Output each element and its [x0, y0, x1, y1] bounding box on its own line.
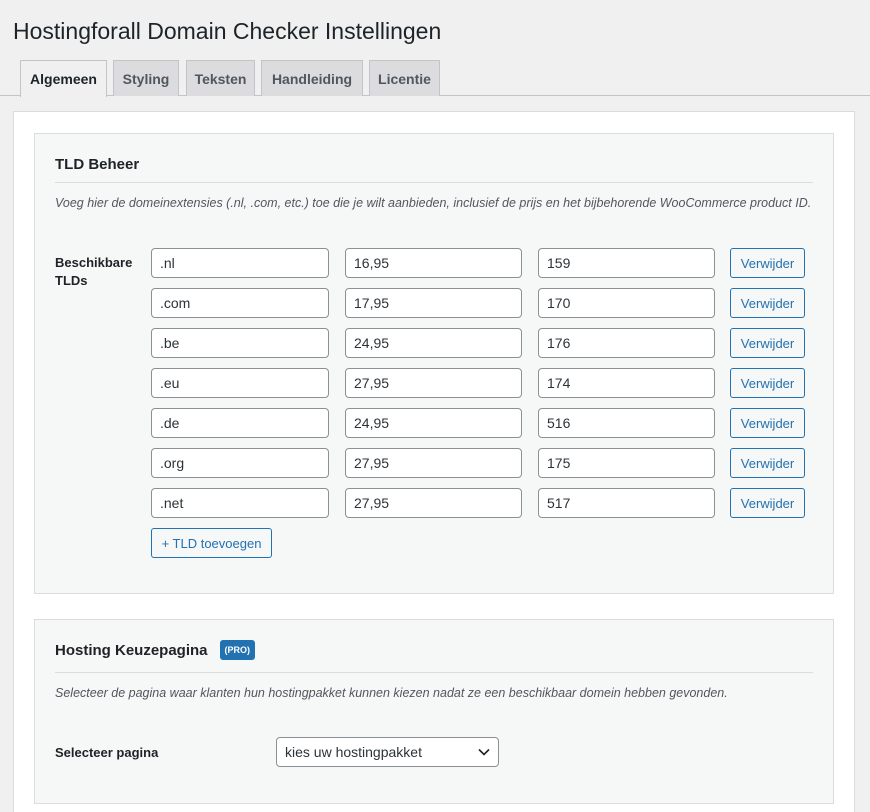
tld-product-id-input[interactable] — [538, 288, 715, 318]
settings-panel: TLD Beheer Voeg hier de domeinextensies … — [13, 111, 855, 812]
remove-tld-button[interactable]: Verwijder — [730, 448, 805, 478]
tld-product-id-input[interactable] — [538, 448, 715, 478]
hosting-section-divider — [55, 672, 813, 673]
hosting-page-card: Hosting Keuzepagina (PRO) Selecteer de p… — [34, 619, 834, 804]
page-select-value: kies uw hostingpakket — [285, 744, 422, 760]
remove-tld-button[interactable]: Verwijder — [730, 368, 805, 398]
remove-tld-button[interactable]: Verwijder — [730, 328, 805, 358]
tld-product-id-input[interactable] — [538, 488, 715, 518]
hosting-section-title-row: Hosting Keuzepagina (PRO) — [55, 640, 256, 660]
page-select[interactable]: kies uw hostingpakket — [276, 737, 499, 767]
tld-extension-input[interactable] — [151, 248, 329, 278]
tld-price-input[interactable] — [345, 368, 522, 398]
tld-price-input[interactable] — [345, 288, 522, 318]
tld-product-id-input[interactable] — [538, 368, 715, 398]
tld-extension-input[interactable] — [151, 408, 329, 438]
settings-tabs: Algemeen Styling Teksten Handleiding Lic… — [0, 60, 870, 97]
tld-price-input[interactable] — [345, 328, 522, 358]
tld-extension-input[interactable] — [151, 368, 329, 398]
chevron-down-icon — [478, 748, 490, 756]
tld-price-input[interactable] — [345, 248, 522, 278]
tld-extension-input[interactable] — [151, 328, 329, 358]
tld-price-input[interactable] — [345, 488, 522, 518]
tab-licentie[interactable]: Licentie — [369, 60, 440, 96]
add-tld-button[interactable]: + TLD toevoegen — [151, 528, 272, 558]
available-tlds-label: Beschikbare TLDs — [55, 255, 133, 288]
tld-product-id-input[interactable] — [538, 408, 715, 438]
remove-tld-button[interactable]: Verwijder — [730, 408, 805, 438]
tab-algemeen[interactable]: Algemeen — [20, 60, 107, 97]
hosting-section-description: Selecteer de pagina waar klanten hun hos… — [55, 686, 728, 700]
page-title: Hostingforall Domain Checker Instellinge… — [13, 18, 442, 44]
tld-product-id-input[interactable] — [538, 328, 715, 358]
select-page-label: Selecteer pagina — [55, 745, 159, 760]
tld-product-id-input[interactable] — [538, 248, 715, 278]
tab-handleiding[interactable]: Handleiding — [261, 60, 363, 96]
tld-section-divider — [55, 182, 813, 183]
tld-section-title: TLD Beheer — [55, 156, 140, 173]
tld-price-input[interactable] — [345, 448, 522, 478]
remove-tld-button[interactable]: Verwijder — [730, 248, 805, 278]
tab-teksten[interactable]: Teksten — [186, 60, 255, 96]
hosting-section-title: Hosting Keuzepagina — [55, 641, 208, 659]
tld-section-description: Voeg hier de domeinextensies (.nl, .com,… — [55, 196, 812, 210]
remove-tld-button[interactable]: Verwijder — [730, 288, 805, 318]
remove-tld-button[interactable]: Verwijder — [730, 488, 805, 518]
tld-extension-input[interactable] — [151, 488, 329, 518]
tld-price-input[interactable] — [345, 408, 522, 438]
tld-extension-input[interactable] — [151, 288, 329, 318]
tab-styling[interactable]: Styling — [113, 60, 179, 96]
tld-extension-input[interactable] — [151, 448, 329, 478]
tld-management-card: TLD Beheer Voeg hier de domeinextensies … — [34, 133, 834, 594]
pro-badge: (PRO) — [219, 640, 256, 660]
